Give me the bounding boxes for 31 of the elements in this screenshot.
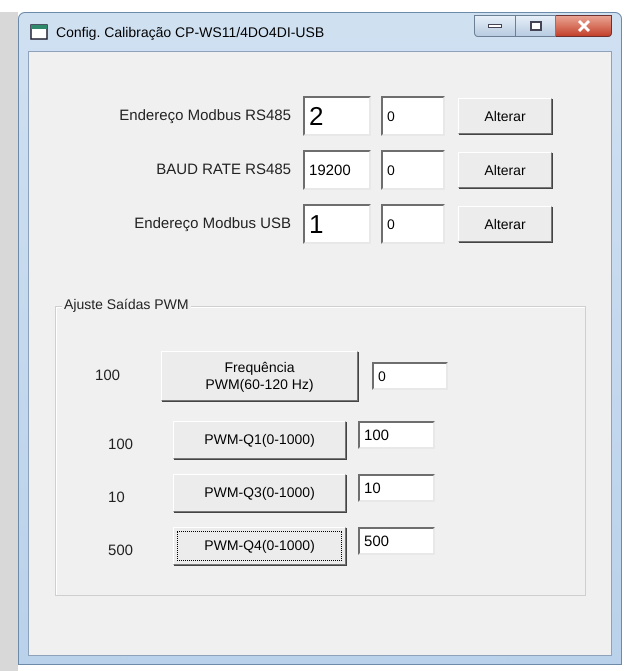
change-button[interactable]: Alterar — [458, 98, 552, 134]
new-value-field[interactable]: 0 — [381, 204, 445, 244]
minimize-button[interactable] — [474, 15, 516, 37]
group-title: Ajuste Saídas PWM — [62, 297, 190, 311]
close-icon — [576, 20, 590, 32]
setting-label: Endereço Modbus USB — [133, 214, 292, 234]
pwm-button[interactable]: PWM-Q1(0-1000) — [173, 421, 346, 459]
setting-label: Endereço Modbus RS485 — [118, 106, 292, 126]
window-title: Config. Calibração CP-WS11/4DO4DI-USB — [56, 22, 324, 42]
pwm-button[interactable]: Frequência PWM(60-120 Hz) — [161, 351, 358, 401]
change-button[interactable]: Alterar — [458, 152, 552, 188]
output-reading: 500 — [108, 540, 134, 561]
change-button[interactable]: Alterar — [458, 206, 552, 242]
maximize-button[interactable] — [516, 15, 556, 37]
pwm-button[interactable]: PWM-Q3(0-1000) — [173, 474, 346, 512]
output-reading: 100 — [108, 434, 134, 455]
new-value-field[interactable]: 0 — [381, 150, 445, 190]
frequency-reading: 100 — [95, 366, 122, 386]
setting-label: BAUD RATE RS485 — [155, 160, 292, 180]
output-field[interactable]: 100 — [358, 421, 435, 449]
frequency-field[interactable]: 0 — [372, 362, 448, 390]
output-field[interactable]: 10 — [358, 474, 435, 502]
output-reading: 10 — [108, 488, 126, 508]
new-value-field[interactable]: 0 — [381, 96, 445, 136]
output-field[interactable]: 500 — [358, 527, 435, 555]
close-button[interactable] — [556, 15, 612, 37]
value-field[interactable]: 1 — [303, 204, 371, 244]
pwm-button[interactable]: PWM-Q4(0-1000) — [173, 527, 346, 565]
value-field[interactable]: 19200 — [303, 150, 371, 190]
app-icon — [30, 24, 48, 40]
value-field[interactable]: 2 — [303, 96, 371, 136]
